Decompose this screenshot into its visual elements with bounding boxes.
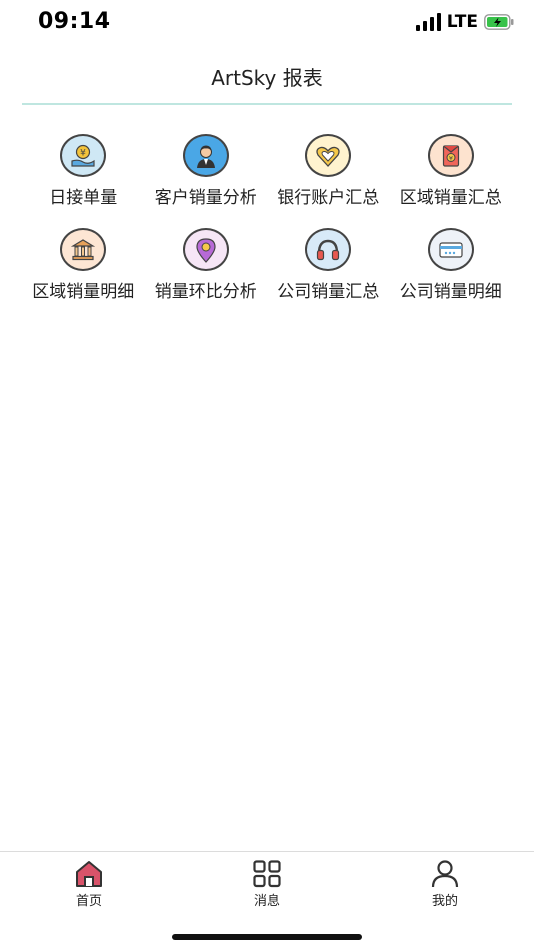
header: ArtSky 报表 xyxy=(0,58,534,98)
heart-icon xyxy=(305,134,352,177)
home-indicator xyxy=(172,934,362,940)
grid-item-bank-accounts[interactable]: 银行账户汇总 xyxy=(267,128,390,208)
grid-item-label: 区域销量明细 xyxy=(32,282,135,302)
grid-item-label: 销量环比分析 xyxy=(154,282,257,302)
grid-icon xyxy=(253,860,281,888)
grid-item-customer-sales[interactable]: 客户销量分析 xyxy=(145,128,268,208)
svg-text:¥: ¥ xyxy=(80,148,86,158)
status-bar: 09:14 LTE xyxy=(0,0,534,46)
home-icon xyxy=(76,861,102,887)
location-pin-icon xyxy=(182,228,229,271)
grid-item-label: 客户销量分析 xyxy=(154,188,257,208)
grid-item-daily-orders[interactable]: ¥ 日接单量 xyxy=(22,128,145,208)
customer-icon xyxy=(182,134,229,177)
status-indicators: LTE xyxy=(415,12,514,32)
tab-label: 消息 xyxy=(253,894,280,909)
status-time: 09:14 xyxy=(38,9,111,34)
grid-item-region-sales-summary[interactable]: ¥ 区域销量汇总 xyxy=(390,128,513,208)
user-icon xyxy=(431,860,459,888)
grid-item-label: 银行账户汇总 xyxy=(277,188,380,208)
signal-icon xyxy=(415,13,441,31)
report-grid: ¥ 日接单量 客户销量分析 银行账户汇总 ¥ 区域销量汇总 区域销量明细 销量环… xyxy=(22,128,512,302)
red-envelope-icon: ¥ xyxy=(427,134,474,177)
page-title: ArtSky 报表 xyxy=(211,66,323,90)
grid-item-region-sales-detail[interactable]: 区域销量明细 xyxy=(22,222,145,302)
tab-label: 首页 xyxy=(75,894,102,909)
grid-item-company-sales-summary[interactable]: 公司销量汇总 xyxy=(267,222,390,302)
bank-icon xyxy=(60,228,107,271)
tab-label: 我的 xyxy=(431,894,458,909)
grid-item-label: 公司销量明细 xyxy=(399,282,502,302)
grid-item-label: 区域销量汇总 xyxy=(399,188,502,208)
grid-item-sales-mom-analysis[interactable]: 销量环比分析 xyxy=(145,222,268,302)
tab-messages[interactable]: 消息 xyxy=(217,860,317,909)
grid-item-label: 公司销量汇总 xyxy=(277,282,380,302)
card-icon xyxy=(427,228,474,271)
network-type: LTE xyxy=(446,12,478,32)
grid-item-label: 日接单量 xyxy=(49,188,118,208)
headphones-icon xyxy=(305,228,352,271)
battery-icon xyxy=(484,14,514,30)
tab-mine[interactable]: 我的 xyxy=(395,860,495,909)
yuan-hand-icon: ¥ xyxy=(60,134,107,177)
grid-item-company-sales-detail[interactable]: 公司销量明细 xyxy=(390,222,513,302)
tab-home[interactable]: 首页 xyxy=(39,860,139,909)
header-divider xyxy=(22,103,512,105)
svg-text:¥: ¥ xyxy=(449,154,453,162)
